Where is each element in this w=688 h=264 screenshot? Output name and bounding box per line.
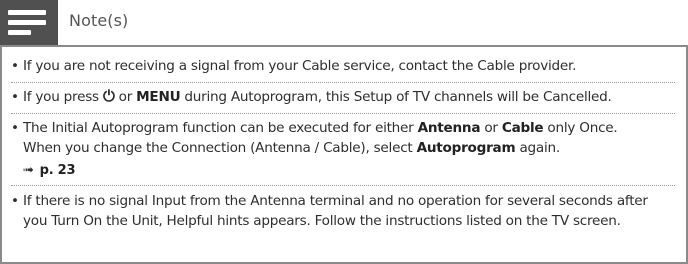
bullet-icon: •	[11, 89, 19, 105]
note-item-2: • If you press ⏻ or MENU during Autoprog…	[11, 87, 671, 107]
arrow-right-icon: ➟	[23, 163, 34, 178]
bullet-icon: •	[11, 120, 19, 136]
note-text: If you press ⏻ or MENU during Autoprogra…	[23, 87, 612, 106]
autoprogram-label: Autoprogram	[416, 140, 516, 156]
note-text: If you are not receiving a signal from y…	[23, 58, 577, 74]
note-header: Note(s)	[0, 0, 688, 46]
note-divider	[11, 185, 675, 186]
bullet-icon: •	[11, 58, 19, 74]
power-icon: ⏻	[102, 87, 115, 105]
page-reference-link[interactable]: p. 23	[40, 161, 76, 181]
bullet-icon: •	[11, 193, 19, 209]
note-title: Note(s)	[69, 11, 129, 30]
note-divider	[11, 113, 675, 114]
note-item-4: • If there is no signal Input from the A…	[11, 191, 671, 231]
note-lines-icon	[0, 0, 58, 46]
note-text: The Initial Autoprogram function can be …	[11, 118, 671, 181]
cable-label: Cable	[501, 120, 544, 136]
note-divider	[11, 82, 675, 83]
antenna-label: Antenna	[417, 120, 481, 136]
note-item-1: • If you are not receiving a signal from…	[11, 56, 671, 76]
note-text: If there is no signal Input from the Ant…	[23, 193, 648, 229]
note-item-3: • The Initial Autoprogram function can b…	[11, 118, 671, 181]
menu-key-label: MENU	[136, 89, 181, 105]
